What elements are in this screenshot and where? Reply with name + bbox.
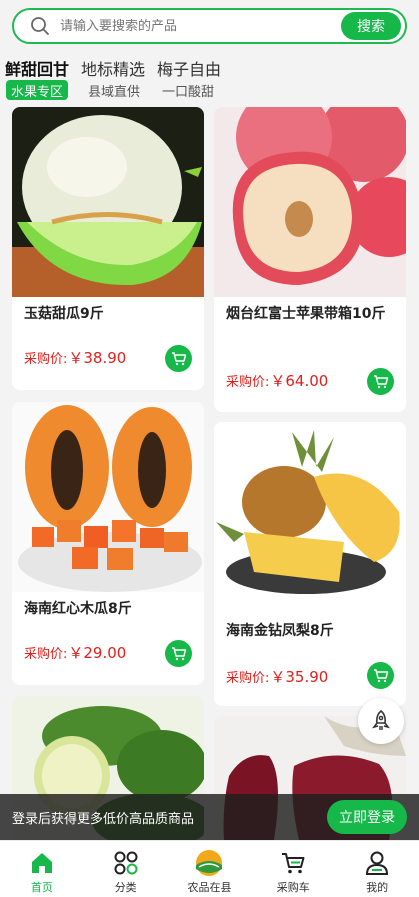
cart-icon <box>373 374 388 388</box>
rocket-icon <box>372 709 390 730</box>
search-button[interactable]: 搜索 <box>341 12 401 40</box>
nav-item-home[interactable]: 首页 <box>0 841 84 897</box>
nav-label-profile: 我的 <box>366 881 389 894</box>
tab-category-2[interactable]: 地标精选 <box>81 56 145 80</box>
product-name: 烟台红富士苹果带箱10斤 <box>226 306 386 322</box>
add-to-cart-button[interactable] <box>367 368 394 395</box>
sub-tabs: 水果专区 县域直供 一口酸甜 <box>6 80 236 100</box>
product-card[interactable]: 玉菇甜瓜9斤 采购价: ￥38.90 <box>12 107 204 390</box>
add-to-cart-button[interactable] <box>165 640 192 667</box>
login-banner: 登录后获得更多低价高品质商品 立即登录 <box>0 794 419 840</box>
tab-category-3[interactable]: 梅子自由 <box>157 56 221 80</box>
tab-category-1[interactable]: 鲜甜回甘 <box>5 56 69 80</box>
category-tabs: 鲜甜回甘 地标精选 梅子自由 <box>5 56 221 80</box>
nav-label-category: 分类 <box>114 881 137 894</box>
subtab-1[interactable]: 水果专区 <box>6 80 69 100</box>
user-icon <box>363 849 391 877</box>
subtab-2[interactable]: 县域直供 <box>88 80 140 100</box>
product-image-melon <box>12 107 204 297</box>
product-image-pineapple <box>214 422 406 612</box>
cart-icon <box>171 646 186 660</box>
product-card[interactable]: 烟台红富士苹果带箱10斤 采购价: ￥64.00 <box>214 107 406 412</box>
county-logo-icon <box>195 849 223 877</box>
search-input[interactable] <box>60 18 341 34</box>
nav-item-cart[interactable]: 采购车 <box>251 841 335 897</box>
back-to-top-button[interactable] <box>358 698 404 744</box>
product-image-papaya <box>12 402 204 592</box>
search-icon <box>30 16 50 36</box>
product-image-apple <box>214 107 406 297</box>
login-banner-text: 登录后获得更多低价高品质商品 <box>12 811 195 827</box>
nav-label-home: 首页 <box>30 881 53 894</box>
product-name: 玉菇甜瓜9斤 <box>24 306 104 322</box>
product-price: 采购价: ￥29.00 <box>24 644 127 662</box>
login-button[interactable]: 立即登录 <box>327 800 407 834</box>
bottom-nav: 首页 分类 农品在县 采购车 我的 <box>0 840 419 897</box>
search-bar[interactable]: 搜索 <box>12 8 407 44</box>
product-card[interactable]: 海南金钻凤梨8斤 采购价: ￥35.90 <box>214 422 406 706</box>
nav-item-category[interactable]: 分类 <box>84 841 168 897</box>
nav-item-profile[interactable]: 我的 <box>335 841 419 897</box>
cart-icon <box>373 668 388 682</box>
subtab-3[interactable]: 一口酸甜 <box>162 80 214 100</box>
product-price: 采购价: ￥64.00 <box>226 372 329 390</box>
home-icon <box>28 849 56 877</box>
add-to-cart-button[interactable] <box>165 345 192 372</box>
nav-label-county: 农品在县 <box>187 881 232 894</box>
add-to-cart-button[interactable] <box>367 662 394 689</box>
cart-icon <box>279 849 307 877</box>
product-price: 采购价: ￥35.90 <box>226 668 329 686</box>
product-name: 海南红心木瓜8斤 <box>24 601 132 617</box>
product-price: 采购价: ￥38.90 <box>24 349 127 367</box>
nav-label-cart: 采购车 <box>276 881 310 894</box>
product-name: 海南金钻凤梨8斤 <box>226 623 334 639</box>
product-card[interactable]: 海南红心木瓜8斤 采购价: ￥29.00 <box>12 402 204 685</box>
category-icon <box>112 849 140 877</box>
cart-icon <box>171 351 186 365</box>
nav-item-county[interactable]: 农品在县 <box>168 841 252 897</box>
